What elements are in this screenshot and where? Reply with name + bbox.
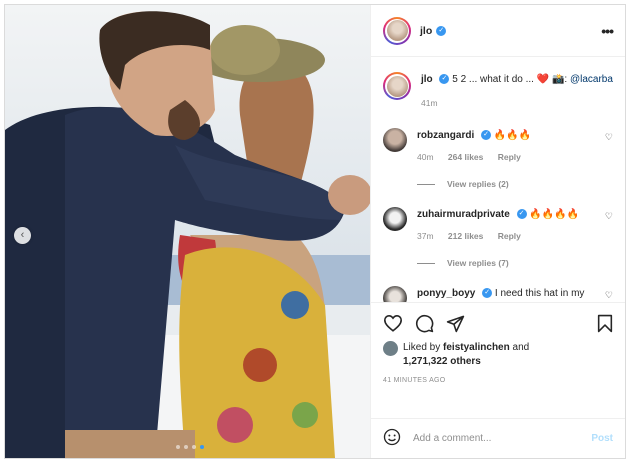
comment-username[interactable]: ponyy_boyy bbox=[417, 288, 475, 299]
comment-username[interactable]: zuhairmuradprivate bbox=[417, 209, 510, 220]
view-replies-button[interactable]: View replies (2) bbox=[417, 177, 599, 192]
post-side-panel: jlo ✓ ••• jlo ✓ 5 2 ... what it do ... ❤… bbox=[370, 5, 625, 458]
avatar[interactable] bbox=[383, 16, 411, 45]
like-count[interactable]: 1,271,322 others bbox=[403, 356, 481, 367]
comment-text: 🔥🔥🔥 bbox=[493, 130, 532, 141]
verified-icon: ✓ bbox=[436, 25, 447, 36]
more-options-icon[interactable]: ••• bbox=[601, 23, 614, 39]
avatar[interactable] bbox=[383, 207, 407, 231]
caption-heart-emoji: ❤️ bbox=[536, 74, 550, 85]
likes-summary: Liked by feistyalinchen and 1,271,322 ot… bbox=[383, 341, 613, 369]
comment: robzangardi ✓ 🔥🔥🔥 40m 264 likes Reply Vi… bbox=[383, 128, 613, 192]
avatar[interactable] bbox=[383, 128, 407, 152]
action-bar: Liked by feistyalinchen and 1,271,322 ot… bbox=[371, 302, 625, 418]
verified-icon: ✓ bbox=[482, 288, 493, 299]
heart-icon[interactable]: ♡ bbox=[605, 290, 613, 301]
comment-text: 🔥🔥🔥🔥 bbox=[529, 209, 580, 220]
caption-camera-emoji: 📸 bbox=[551, 74, 565, 85]
post-dialog: ‹ jlo ✓ ••• jlo ✓ 5 2 ... what it do ...… bbox=[4, 4, 626, 459]
save-icon[interactable] bbox=[597, 314, 613, 333]
photo-illustration bbox=[5, 5, 370, 458]
comment-time[interactable]: 37m bbox=[417, 231, 434, 241]
post-timestamp[interactable]: 41 MINUTES AGO bbox=[383, 377, 613, 384]
liked-by-user[interactable]: feistyalinchen bbox=[443, 342, 510, 353]
caption-colon: : bbox=[564, 74, 568, 85]
carousel-dot-active bbox=[200, 445, 204, 449]
carousel-arrow-icon[interactable]: ‹ bbox=[14, 227, 31, 244]
liked-by-and: and bbox=[512, 342, 530, 353]
view-replies-label: View replies (7) bbox=[447, 258, 509, 268]
comment-icon[interactable] bbox=[415, 314, 434, 333]
comment-username[interactable]: robzangardi bbox=[417, 130, 474, 141]
liked-by-label: Liked by bbox=[403, 342, 441, 353]
carousel-dot bbox=[184, 445, 188, 449]
author-username[interactable]: jlo bbox=[420, 25, 432, 37]
heart-icon[interactable] bbox=[383, 314, 403, 332]
view-replies-label: View replies (2) bbox=[447, 179, 509, 189]
share-icon[interactable] bbox=[446, 314, 465, 333]
carousel-indicator bbox=[176, 445, 204, 449]
caption-mention[interactable]: @lacarba bbox=[570, 74, 613, 85]
verified-icon: ✓ bbox=[516, 209, 527, 220]
comment-time[interactable]: 40m bbox=[417, 152, 434, 162]
verified-icon: ✓ bbox=[481, 130, 492, 141]
caption-username[interactable]: jlo bbox=[421, 74, 433, 85]
comment: zuhairmuradprivate ✓ 🔥🔥🔥🔥 37m 212 likes … bbox=[383, 207, 613, 271]
liker-avatar[interactable] bbox=[383, 341, 398, 356]
caption-text: 5 2 ... what it do ... bbox=[452, 74, 534, 85]
comments-section[interactable]: jlo ✓ 5 2 ... what it do ... ❤️ 📸: @laca… bbox=[371, 57, 625, 302]
comment-input[interactable] bbox=[411, 432, 592, 445]
caption: jlo ✓ 5 2 ... what it do ... ❤️ 📸: @laca… bbox=[383, 72, 613, 111]
caption-time[interactable]: 41m bbox=[421, 98, 438, 108]
caption-avatar[interactable] bbox=[383, 72, 411, 100]
emoji-icon[interactable] bbox=[383, 428, 401, 449]
comment-composer: Post bbox=[371, 418, 625, 458]
reply-button[interactable]: Reply bbox=[498, 152, 521, 162]
carousel-dot bbox=[176, 445, 180, 449]
verified-icon: ✓ bbox=[439, 74, 450, 85]
view-replies-button[interactable]: View replies (7) bbox=[417, 256, 599, 271]
comment-like-count[interactable]: 264 likes bbox=[448, 152, 483, 162]
carousel-dot bbox=[192, 445, 196, 449]
comment-like-count[interactable]: 212 likes bbox=[448, 231, 483, 241]
reply-button[interactable]: Reply bbox=[498, 231, 521, 241]
post-header: jlo ✓ ••• bbox=[371, 5, 625, 57]
post-photo[interactable]: ‹ bbox=[5, 5, 370, 458]
avatar[interactable] bbox=[383, 286, 407, 302]
comment: ponyy_boyy ✓ I need this hat in my life!… bbox=[383, 286, 613, 302]
heart-icon[interactable]: ♡ bbox=[605, 211, 613, 222]
heart-icon[interactable]: ♡ bbox=[605, 132, 613, 143]
post-button[interactable]: Post bbox=[591, 433, 613, 444]
